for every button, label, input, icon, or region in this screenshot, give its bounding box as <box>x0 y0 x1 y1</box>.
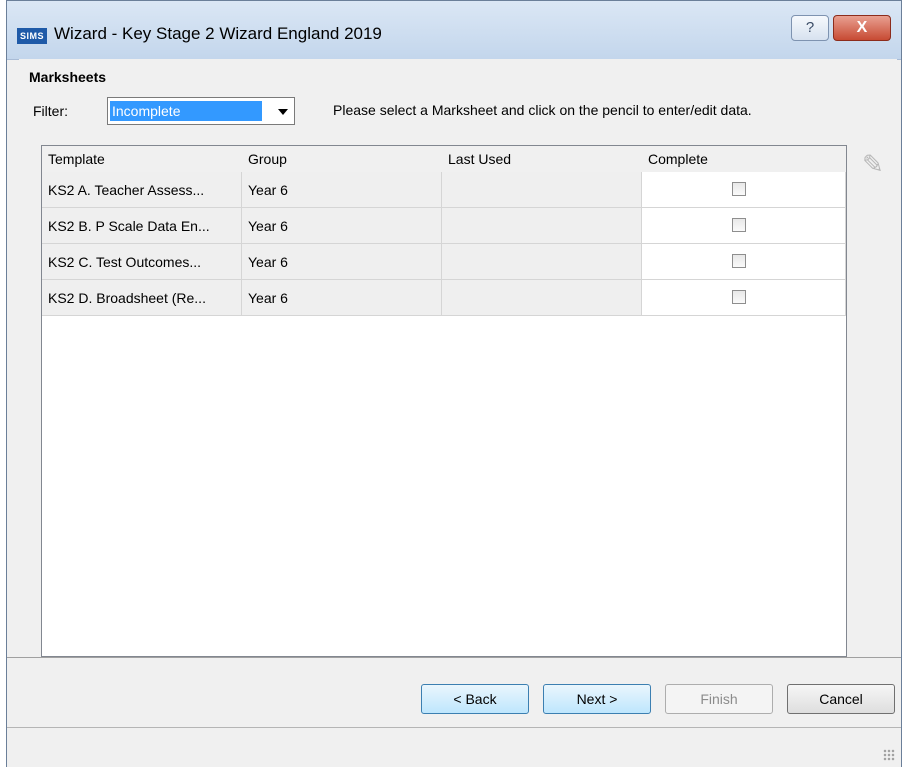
filter-label: Filter: <box>33 103 68 119</box>
resize-grip-icon[interactable] <box>883 749 895 761</box>
wizard-window: SIMS Wizard - Key Stage 2 Wizard England… <box>6 0 902 767</box>
template-cell[interactable]: KS2 D. Broadsheet (Re... <box>42 280 242 316</box>
group-cell[interactable]: Year 6 <box>242 244 442 280</box>
group-cell[interactable]: Year 6 <box>242 280 442 316</box>
filter-dropdown[interactable]: Incomplete <box>107 97 295 125</box>
complete-checkbox[interactable] <box>732 218 746 232</box>
window-title: Wizard - Key Stage 2 Wizard England 2019 <box>54 24 382 43</box>
last-used-cell[interactable] <box>442 280 642 316</box>
chevron-down-icon[interactable] <box>278 109 288 115</box>
template-cell[interactable]: KS2 A. Teacher Assess... <box>42 172 242 208</box>
column-header-template[interactable]: Template <box>42 146 242 172</box>
table-row[interactable]: KS2 A. Teacher Assess... Year 6 <box>42 172 846 208</box>
template-cell[interactable]: KS2 C. Test Outcomes... <box>42 244 242 280</box>
complete-cell <box>642 244 846 280</box>
wizard-content: Marksheets Filter: Incomplete Please sel… <box>19 59 897 657</box>
filter-selected-value: Incomplete <box>110 101 262 121</box>
group-cell[interactable]: Year 6 <box>242 172 442 208</box>
complete-checkbox[interactable] <box>732 254 746 268</box>
complete-checkbox[interactable] <box>732 182 746 196</box>
table-row[interactable]: KS2 C. Test Outcomes... Year 6 <box>42 244 846 280</box>
complete-cell <box>642 280 846 316</box>
group-cell[interactable]: Year 6 <box>242 208 442 244</box>
table-row[interactable]: KS2 B. P Scale Data En... Year 6 <box>42 208 846 244</box>
pencil-edit-icon[interactable]: ✎ <box>862 149 884 183</box>
finish-button: Finish <box>665 684 773 714</box>
wizard-button-bar: < Back Next > Finish Cancel <box>7 657 901 728</box>
instruction-text: Please select a Marksheet and click on t… <box>333 102 752 118</box>
complete-cell <box>642 208 846 244</box>
close-button[interactable]: X <box>833 15 891 41</box>
last-used-cell[interactable] <box>442 208 642 244</box>
next-button[interactable]: Next > <box>543 684 651 714</box>
marksheets-grid: Template Group Last Used Complete KS2 A.… <box>41 145 847 657</box>
complete-cell <box>642 172 846 208</box>
column-header-complete[interactable]: Complete <box>642 146 846 172</box>
column-header-last-used[interactable]: Last Used <box>442 146 642 172</box>
title-bar[interactable]: SIMS Wizard - Key Stage 2 Wizard England… <box>7 1 901 60</box>
cancel-button[interactable]: Cancel <box>787 684 895 714</box>
table-row[interactable]: KS2 D. Broadsheet (Re... Year 6 <box>42 280 846 316</box>
back-button[interactable]: < Back <box>421 684 529 714</box>
help-button[interactable]: ? <box>791 15 829 41</box>
column-header-group[interactable]: Group <box>242 146 442 172</box>
last-used-cell[interactable] <box>442 244 642 280</box>
last-used-cell[interactable] <box>442 172 642 208</box>
marksheets-heading: Marksheets <box>29 69 107 85</box>
complete-checkbox[interactable] <box>732 290 746 304</box>
template-cell[interactable]: KS2 B. P Scale Data En... <box>42 208 242 244</box>
status-bar <box>7 727 901 767</box>
sims-app-icon: SIMS <box>17 28 47 44</box>
grid-header: Template Group Last Used Complete <box>42 146 846 173</box>
